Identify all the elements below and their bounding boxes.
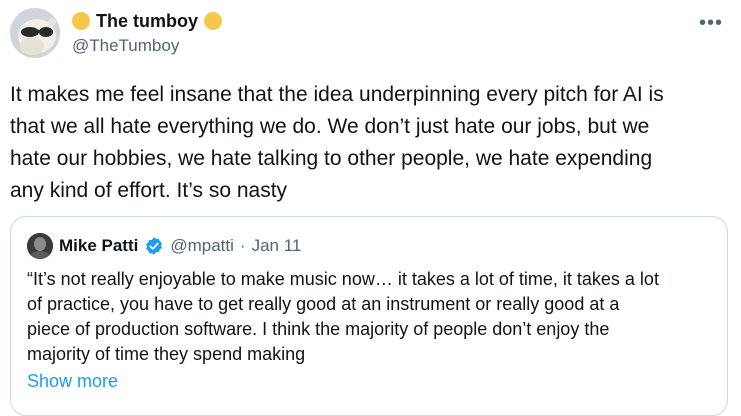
quoted-text-line: “It’s not really enjoyable to make music… [27, 269, 659, 289]
author-handle[interactable]: @TheTumboy [72, 36, 179, 56]
quoted-tweet-text: “It’s not really enjoyable to make music… [27, 267, 717, 367]
tweet-text: It makes me feel insane that the idea un… [10, 79, 730, 207]
quoted-tweet-header: Mike Patti @mpatti · Jan 11 [27, 233, 301, 259]
tweet-text-line: that we all hate everything we do. We do… [10, 115, 650, 138]
quoted-author-handle[interactable]: @mpatti [170, 236, 234, 256]
quoted-text-line: majority of time they spend making [27, 344, 306, 364]
yellow-circle-emoji-icon [204, 12, 222, 30]
meta-separator: · [239, 236, 246, 255]
quoted-text-line: piece of production software. I think th… [27, 319, 610, 339]
quoted-author-avatar[interactable] [27, 233, 53, 259]
quoted-text-line: of practice, you have to get really good… [27, 294, 620, 314]
quoted-tweet-date[interactable]: Jan 11 [252, 236, 302, 256]
tweet-text-line: any kind of effort. It’s so nasty [10, 179, 288, 202]
more-options-icon[interactable]: ••• [699, 12, 723, 35]
show-more-link[interactable]: Show more [27, 371, 118, 392]
quoted-author-avatar-image [27, 233, 53, 259]
quoted-tweet-card[interactable]: Mike Patti @mpatti · Jan 11 “It’s not re… [10, 216, 728, 416]
yellow-circle-emoji-icon [72, 12, 90, 30]
author-avatar-image [10, 8, 60, 58]
tweet-text-line: It makes me feel insane that the idea un… [10, 83, 664, 106]
author-name-row: The tumboy [72, 9, 222, 33]
tweet-text-line: hate our hobbies, we hate talking to oth… [10, 147, 653, 170]
author-avatar[interactable] [10, 8, 60, 58]
quoted-author-name[interactable]: Mike Patti [59, 236, 138, 256]
author-display-name[interactable]: The tumboy [96, 11, 198, 32]
verified-badge-icon [146, 237, 163, 255]
